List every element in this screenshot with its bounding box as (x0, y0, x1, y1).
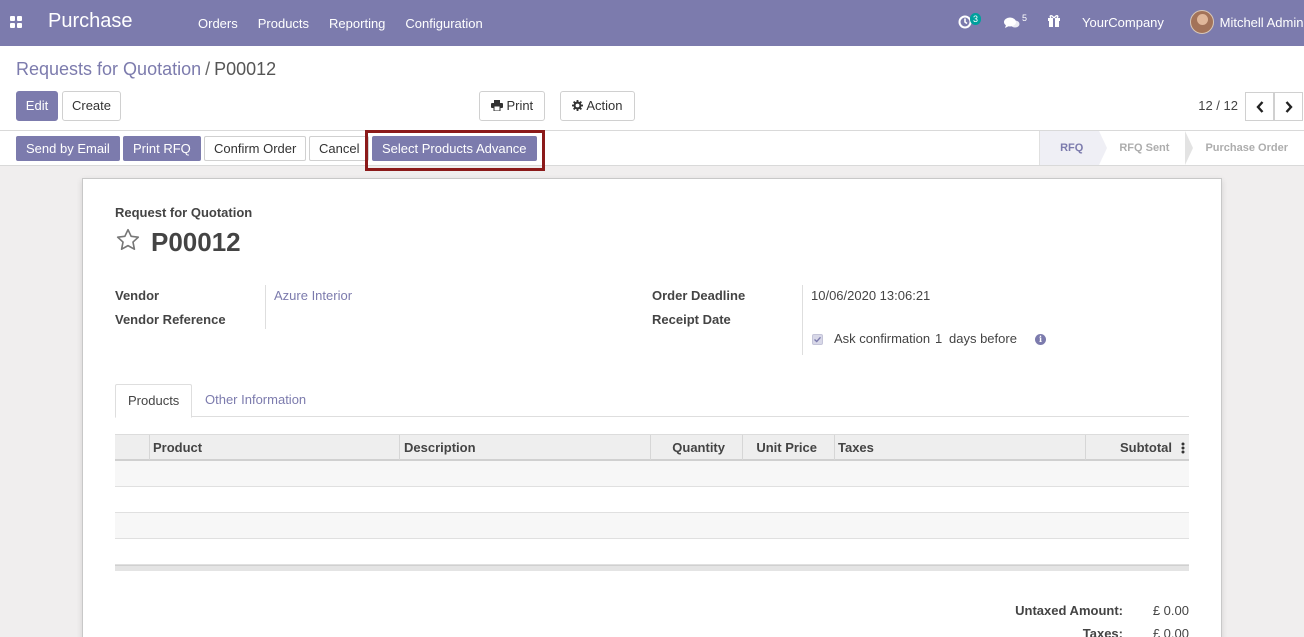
column-unit-price[interactable]: Unit Price (742, 435, 834, 460)
top-navbar: Purchase Orders Products Reporting Confi… (0, 0, 1304, 46)
column-handle (115, 435, 149, 460)
create-button[interactable]: Create (62, 91, 121, 121)
ask-confirmation-checkbox[interactable] (812, 334, 823, 345)
highlight-box (365, 130, 545, 171)
left-group-divider (265, 285, 266, 329)
action-label: Action (586, 98, 623, 113)
user-menu[interactable]: Mitchell Admin (1190, 10, 1303, 34)
vendor-value[interactable]: Azure Interior (274, 288, 352, 303)
menu-item-orders[interactable]: Orders (198, 16, 238, 31)
untaxed-amount-value: £ 0.00 (1152, 603, 1189, 618)
breadcrumb-parent[interactable]: Requests for Quotation (16, 59, 201, 79)
column-options-icon[interactable] (1181, 442, 1185, 454)
gear-icon (572, 100, 584, 111)
record-name: P00012 (151, 227, 241, 257)
table-row (115, 461, 1189, 487)
edit-button[interactable]: Edit (16, 91, 58, 121)
pager-next-button[interactable] (1274, 92, 1303, 121)
confirm-order-button[interactable]: Confirm Order (204, 136, 307, 161)
column-subtotal[interactable]: Subtotal (1085, 435, 1189, 460)
breadcrumb-separator: / (205, 59, 211, 79)
cancel-button[interactable]: Cancel (309, 136, 370, 161)
table-row (115, 487, 1189, 513)
user-name: Mitchell Admin (1219, 14, 1304, 30)
messages-icon (1004, 17, 1020, 28)
order-deadline-value: 10/06/2020 13:06:21 (811, 288, 931, 303)
ask-confirmation-suffix: days before (949, 331, 1017, 346)
table-row (115, 513, 1189, 539)
table-footer (115, 565, 1189, 571)
avatar (1190, 10, 1214, 34)
tab-products[interactable]: Products (115, 384, 193, 418)
send-by-email-button[interactable]: Send by Email (16, 136, 120, 161)
stage-rfq[interactable]: RFQ (1039, 131, 1108, 165)
right-group-divider (802, 285, 803, 355)
stage-purchase-order[interactable]: Purchase Order (1185, 131, 1304, 165)
column-product[interactable]: Product (149, 435, 399, 460)
menu-item-products[interactable]: Products (258, 16, 309, 31)
notebook-tabs: Products Other Information (115, 384, 1189, 418)
menu-item-reporting[interactable]: Reporting (329, 16, 385, 31)
menu-item-configuration[interactable]: Configuration (405, 16, 482, 31)
untaxed-amount-label: Untaxed Amount: (1015, 603, 1123, 618)
activity-menu[interactable]: 3 (958, 13, 984, 32)
pager-value[interactable]: 12 / 12 (1198, 98, 1238, 113)
print-rfq-button[interactable]: Print RFQ (123, 136, 201, 161)
vendor-reference-label: Vendor Reference (115, 312, 226, 327)
print-icon (490, 100, 503, 112)
breadcrumb: Requests for Quotation / P00012 (16, 59, 276, 80)
tab-other-information[interactable]: Other Information (193, 384, 318, 418)
info-icon[interactable]: i (1035, 334, 1046, 345)
star-icon[interactable] (115, 227, 141, 253)
gift-icon (1048, 15, 1060, 27)
chevron-left-icon (1255, 100, 1263, 113)
receipt-date-label: Receipt Date (652, 312, 731, 327)
form-statusbar: Send by Email Print RFQ Confirm Order Ca… (0, 131, 1304, 166)
ask-confirmation-days: 1 (935, 331, 943, 346)
form-sheet: Request for Quotation P00012 Vendor Azur… (82, 178, 1222, 637)
vendor-label: Vendor (115, 288, 160, 303)
activity-count-badge: 3 (970, 13, 982, 25)
table-header: Product Description Quantity Unit Price … (115, 434, 1189, 461)
messages-menu[interactable]: 5 (1004, 13, 1030, 32)
stage-purchase-order-label: Purchase Order (1205, 142, 1288, 154)
taxes-value: £ 0.00 (1152, 626, 1189, 637)
pager-previous-button[interactable] (1245, 92, 1274, 121)
order-deadline-label: Order Deadline (652, 288, 746, 303)
apps-icon[interactable] (10, 16, 23, 29)
taxes-label: Taxes: (1082, 626, 1123, 637)
checkmark-icon (814, 336, 822, 343)
column-description[interactable]: Description (399, 435, 650, 460)
column-taxes[interactable]: Taxes (834, 435, 1085, 460)
chevron-right-icon (1285, 100, 1293, 113)
ask-confirmation-label: Ask confirmation (834, 331, 931, 346)
stage-rfq-sent-label: RFQ Sent (1119, 142, 1170, 154)
stage-bar: RFQ RFQ Sent Purchase Order (1039, 131, 1304, 165)
action-button[interactable]: Action (560, 91, 635, 121)
column-quantity[interactable]: Quantity (650, 435, 742, 460)
order-lines-table: Product Description Quantity Unit Price … (115, 434, 1189, 571)
table-row (115, 539, 1189, 565)
control-panel: Requests for Quotation / P00012 Edit Creat… (0, 46, 1304, 131)
print-label: Print (506, 98, 534, 113)
app-title: Purchase (48, 10, 133, 32)
gift-menu[interactable] (1047, 14, 1063, 30)
breadcrumb-current: P00012 (214, 59, 277, 79)
print-button[interactable]: Print (479, 91, 545, 121)
stage-rfq-sent[interactable]: RFQ Sent (1099, 131, 1194, 165)
document-type: Request for Quotation (115, 205, 253, 220)
message-count-badge: 5 (1022, 13, 1028, 23)
stage-rfq-label: RFQ (1060, 142, 1084, 154)
company-switcher[interactable]: YourCompany (1082, 15, 1164, 30)
main-menu: Orders Products Reporting Configuration (188, 0, 493, 46)
